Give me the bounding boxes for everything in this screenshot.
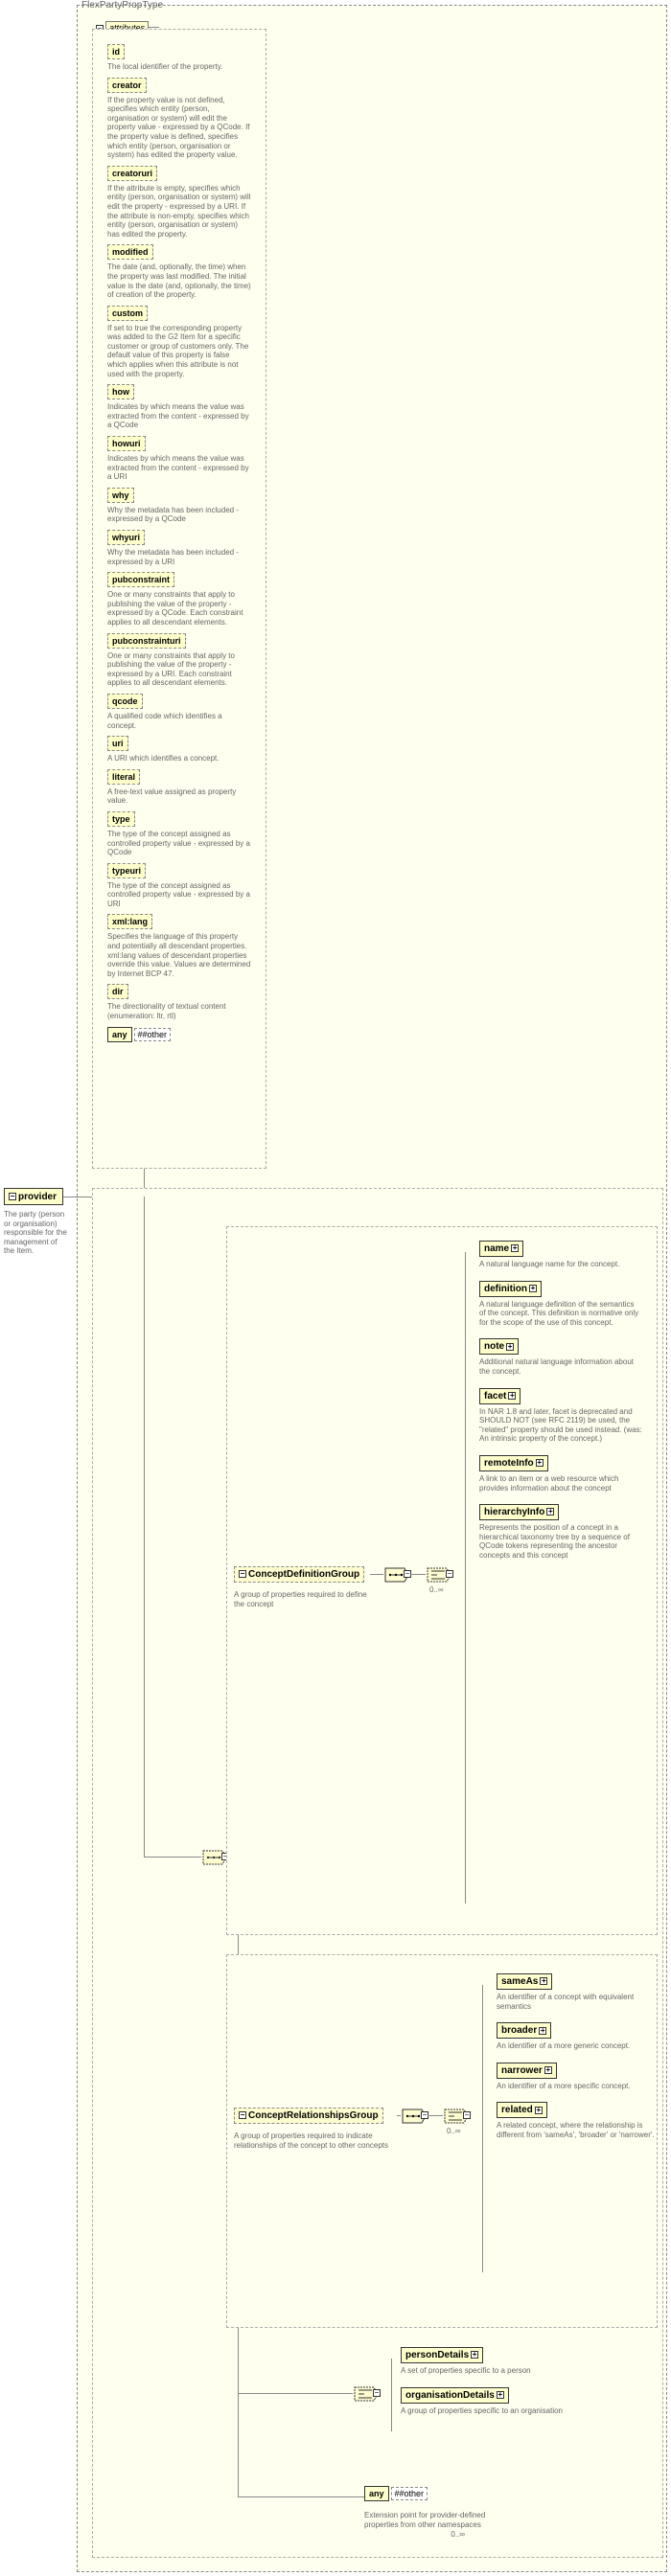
choice-icon: −	[426, 1566, 452, 1584]
elem-personDetails: personDetails+	[401, 2347, 483, 2363]
elem-note: note+	[479, 1338, 519, 1355]
attr-literal: literal	[107, 769, 140, 785]
elem-related: related+	[497, 2102, 547, 2118]
expand-icon[interactable]: +	[536, 1459, 544, 1467]
expand-icon[interactable]: +	[511, 1244, 519, 1252]
attr-howuri: howuri	[107, 436, 146, 451]
sequence-icon: −	[401, 2108, 428, 2125]
expand-icon[interactable]: +	[529, 1285, 537, 1292]
attr-creatoruri: creatoruri	[107, 166, 157, 181]
elem-hierarchyInfo: hierarchyInfo+	[479, 1504, 559, 1520]
provider-desc: The party (person or organisation) respo…	[4, 1210, 69, 1256]
concept-relationships-group: −ConceptRelationshipsGroup	[234, 2108, 383, 2124]
expand-icon[interactable]: +	[535, 2107, 543, 2114]
any-attr: any	[107, 1027, 132, 1042]
elem-organisationDetails: organisationDetails+	[401, 2387, 509, 2404]
elem-broader: broader+	[497, 2022, 551, 2039]
concept-definition-group: −ConceptDefinitionGroup	[234, 1566, 364, 1583]
expand-icon[interactable]: +	[540, 1977, 547, 1985]
attr-uri: uri	[107, 736, 128, 751]
expand-icon[interactable]: +	[546, 1508, 554, 1516]
elem-remoteInfo: remoteInfo+	[479, 1455, 548, 1471]
attr-dir: dir	[107, 984, 128, 999]
expand-icon[interactable]: +	[506, 1343, 514, 1351]
expand-icon[interactable]: +	[539, 2027, 546, 2035]
main-sequence-icon: −	[201, 1849, 228, 1866]
attr-id: id	[107, 44, 125, 59]
attr-type: type	[107, 811, 135, 827]
attr-custom: custom	[107, 306, 148, 321]
provider-element: −provider	[4, 1188, 63, 1205]
attr-how: how	[107, 384, 134, 399]
attr-whyuri: whyuri	[107, 530, 145, 545]
attr-why: why	[107, 488, 134, 503]
elem-facet: facet+	[479, 1388, 521, 1404]
type-label: FlexPartyPropType	[81, 0, 163, 11]
attr-pubconstraint: pubconstraint	[107, 572, 174, 587]
choice-icon: −	[443, 2108, 470, 2125]
expand-icon[interactable]: +	[497, 2391, 504, 2399]
any-element: any##other 0..∞ Extension point for prov…	[364, 2486, 498, 2529]
attr-typeuri: typeuri	[107, 863, 146, 878]
expand-icon[interactable]: +	[544, 2066, 552, 2074]
attr-modified: modified	[107, 244, 153, 260]
elem-sameAs: sameAs+	[497, 1973, 552, 1990]
choice-icon: −	[353, 2385, 380, 2403]
attr-qcode: qcode	[107, 694, 143, 709]
attr-pubconstrainturi: pubconstrainturi	[107, 633, 186, 649]
attr-creator: creator	[107, 78, 147, 93]
expand-icon[interactable]: +	[508, 1392, 516, 1400]
expand-icon[interactable]: +	[471, 2351, 478, 2359]
elem-definition: definition+	[479, 1281, 542, 1297]
elem-narrower: narrower+	[497, 2063, 557, 2079]
collapse-icon[interactable]: −	[9, 1193, 16, 1200]
sequence-icon: −	[383, 1566, 410, 1584]
attr-xml:lang: xml:lang	[107, 914, 152, 929]
elem-name: name+	[479, 1241, 523, 1257]
